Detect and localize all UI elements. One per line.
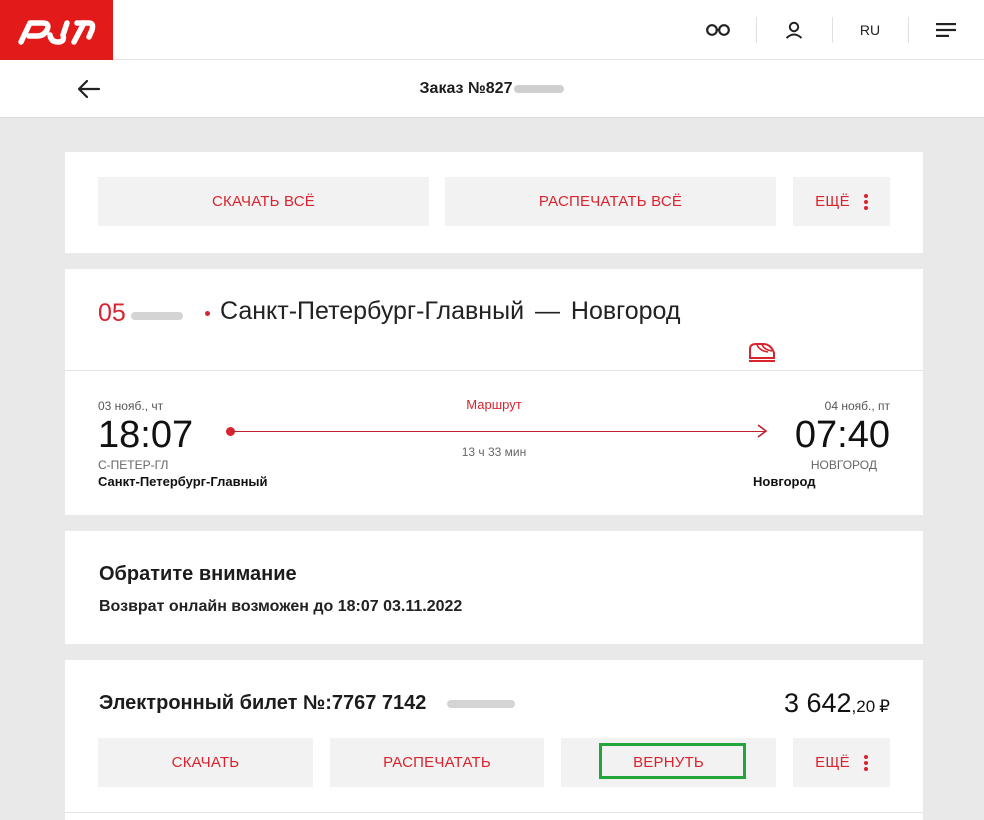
ticket-price: 3 642,20 ₽ — [784, 688, 890, 719]
print-all-label: РАСПЕЧАТАТЬ ВСЁ — [538, 193, 683, 210]
user-icon — [785, 21, 803, 39]
top-bar: RU — [0, 0, 984, 60]
download-ticket-label: СКАЧАТЬ — [171, 754, 240, 771]
more-order-button[interactable]: ЕЩЁ — [793, 177, 890, 226]
profile-button[interactable] — [756, 0, 832, 60]
more-ticket-button[interactable]: ЕЩЁ — [793, 738, 890, 787]
download-all-label: СКАЧАТЬ ВСЁ — [212, 193, 315, 210]
download-all-button[interactable]: СКАЧАТЬ ВСЁ — [98, 177, 429, 226]
order-actions-card: СКАЧАТЬ ВСЁ РАСПЕЧАТАТЬ ВСЁ ЕЩЁ — [65, 152, 923, 253]
route-separator-dot — [205, 311, 210, 316]
trip-divider — [65, 370, 923, 371]
arrow-right-icon — [757, 424, 768, 438]
order-title: Заказ №827 — [0, 80, 984, 98]
more-ticket-label: ЕЩЁ — [815, 754, 850, 771]
trip-card: 05 Санкт-Петербург-Главный — Новгород 03… — [65, 269, 923, 515]
print-ticket-label: РАСПЕЧАТАТЬ — [383, 754, 491, 771]
download-ticket-button[interactable]: СКАЧАТЬ — [98, 738, 313, 787]
more-order-label: ЕЩЁ — [815, 193, 850, 210]
price-main: 3 642 — [783, 688, 852, 718]
notice-text: Возврат онлайн возможен до 18:07 03.11.2… — [99, 598, 463, 615]
print-all-button[interactable]: РАСПЕЧАТАТЬ ВСЁ — [445, 177, 776, 226]
notice-card: Обратите внимание Возврат онлайн возможе… — [65, 531, 923, 644]
train-icon — [748, 341, 776, 363]
arrival-code: НОВГОРОД — [810, 458, 877, 472]
departure-station: Санкт-Петербург-Главный — [98, 474, 268, 489]
rzd-logo[interactable] — [0, 0, 113, 60]
train-number-redacted — [131, 312, 183, 320]
arrival-station: Новгород — [753, 474, 816, 489]
route-line — [231, 431, 765, 432]
arrival-time: 07:40 — [794, 414, 890, 456]
ticket-number-redacted — [447, 700, 515, 708]
arrival-date: 04 нояб., пт — [824, 399, 890, 413]
kebab-icon — [863, 753, 868, 773]
top-icons: RU — [680, 0, 984, 60]
language-button[interactable]: RU — [832, 0, 908, 60]
accessibility-button[interactable] — [680, 0, 756, 60]
menu-icon — [936, 23, 956, 37]
notice-title: Обратите внимание — [99, 563, 297, 585]
language-label: RU — [859, 22, 881, 38]
print-ticket-button[interactable]: РАСПЕЧАТАТЬ — [330, 738, 544, 787]
glasses-icon — [706, 24, 730, 36]
ticket-title: Электронный билет №:7767 7142 — [99, 692, 427, 714]
price-cents: ,20 — [851, 697, 876, 716]
order-number: Заказ №827 — [419, 80, 513, 97]
kebab-icon — [863, 192, 868, 212]
currency-symbol: ₽ — [879, 697, 890, 716]
order-number-redacted — [514, 84, 565, 93]
order-header: Заказ №827 — [0, 60, 984, 118]
rzd-logo-icon — [17, 20, 95, 45]
train-number: 05 — [98, 299, 126, 327]
route-title: Санкт-Петербург-Главный — Новгород — [220, 297, 681, 325]
route-link[interactable]: Маршрут — [65, 397, 923, 412]
departure-code: С-ПЕТЕР-ГЛ — [98, 458, 169, 472]
ticket-divider — [65, 812, 923, 813]
ticket-card: Электронный билет №:7767 7142 3 642,20 ₽ … — [65, 660, 923, 820]
menu-button[interactable] — [908, 0, 984, 60]
refund-highlight-box — [599, 743, 746, 779]
